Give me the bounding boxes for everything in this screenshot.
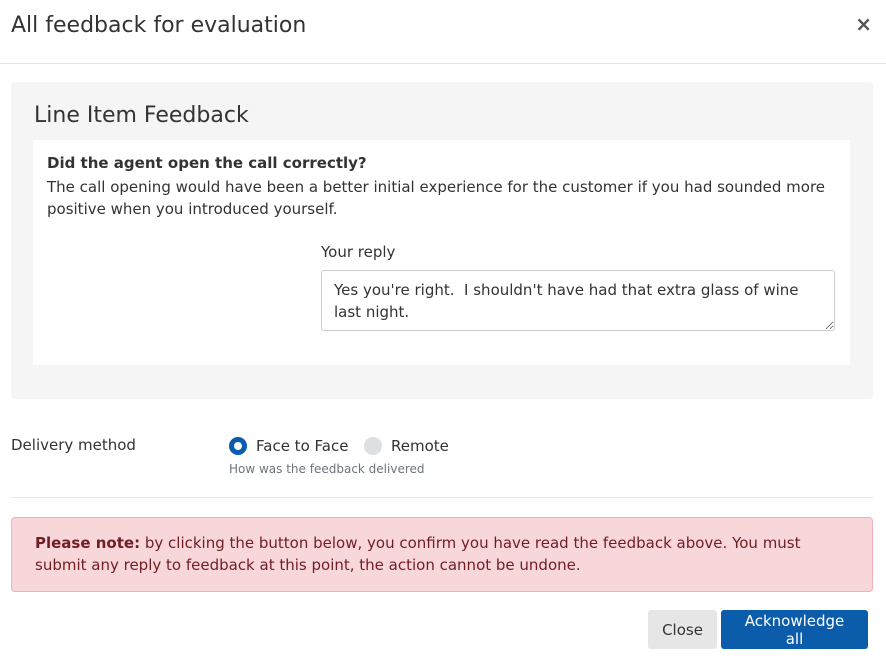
note-alert: Please note: by clicking the button belo… — [11, 517, 873, 592]
feedback-question: Did the agent open the call correctly? — [47, 154, 367, 172]
close-button[interactable]: Close — [648, 610, 717, 649]
divider — [11, 497, 873, 498]
reply-label: Your reply — [321, 243, 396, 261]
radio-label-remote: Remote — [391, 437, 449, 455]
feedback-comment: The call opening would have been a bette… — [47, 178, 826, 218]
acknowledge-all-button[interactable]: Acknowledge all — [721, 610, 868, 649]
modal-header: All feedback for evaluation × — [0, 0, 886, 64]
radio-remote[interactable]: Remote — [364, 437, 449, 455]
radio-unselected-icon — [364, 437, 382, 455]
line-item-feedback-panel: Line Item Feedback Did the agent open th… — [11, 82, 873, 399]
radio-label-face-to-face: Face to Face — [256, 437, 349, 455]
reply-textarea[interactable]: Yes you're right. I shouldn't have had t… — [321, 270, 835, 331]
delivery-method-label: Delivery method — [11, 436, 136, 454]
panel-title: Line Item Feedback — [34, 103, 249, 128]
close-icon[interactable]: × — [855, 14, 872, 34]
modal-title: All feedback for evaluation — [11, 13, 307, 38]
feedback-card: Did the agent open the call correctly? T… — [33, 140, 850, 365]
radio-face-to-face[interactable]: Face to Face — [229, 437, 348, 455]
alert-text: by clicking the button below, you confir… — [35, 534, 801, 574]
delivery-help-text: How was the feedback delivered — [229, 462, 425, 476]
alert-bold-label: Please note: — [35, 534, 141, 552]
radio-selected-icon — [229, 437, 247, 455]
